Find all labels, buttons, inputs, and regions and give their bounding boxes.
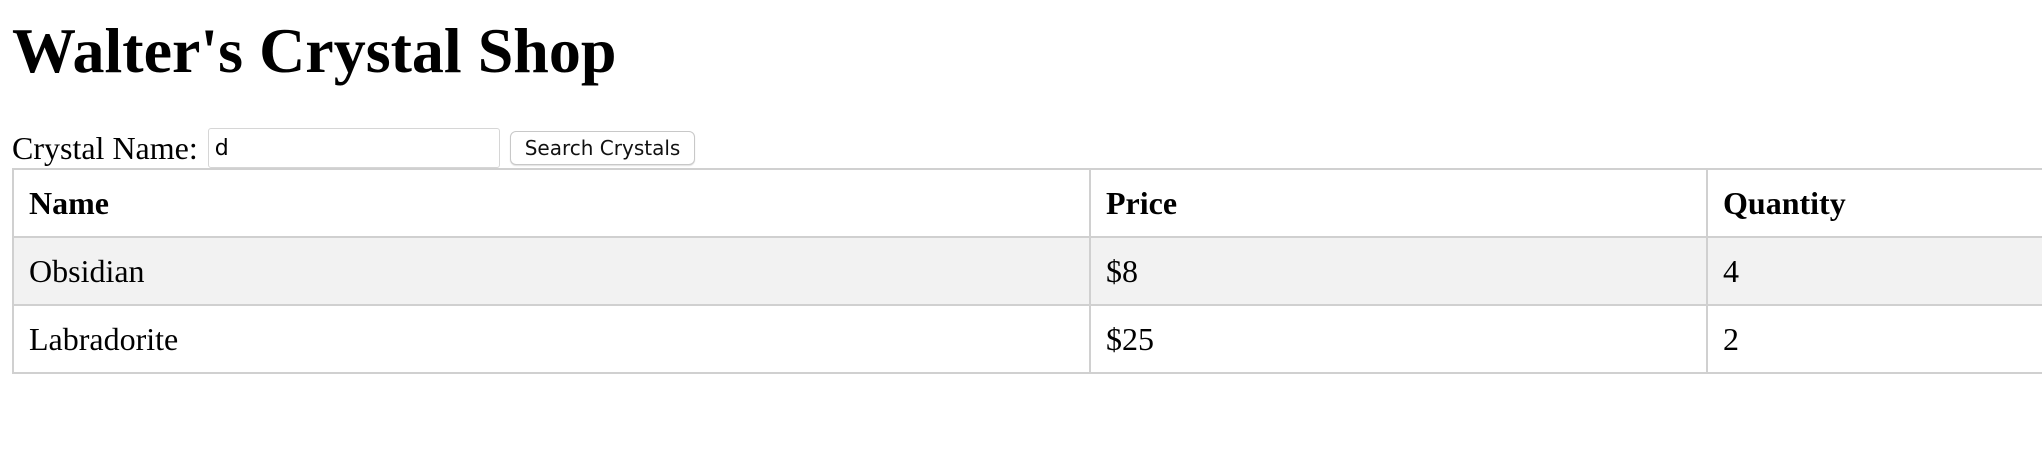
crystal-name-input[interactable]: [207, 128, 500, 168]
cell-name: Labradorite: [12, 304, 1091, 374]
crystals-table: Name Price Quantity Obsidian $8 4 Labrad…: [12, 168, 2042, 374]
column-header-name: Name: [12, 168, 1091, 238]
cell-price: $25: [1089, 304, 1708, 374]
column-header-quantity: Quantity: [1706, 168, 2042, 238]
table-row: Obsidian $8 4: [12, 236, 2042, 306]
page-title: Walter's Crystal Shop: [12, 15, 617, 86]
table-header-row: Name Price Quantity: [12, 168, 2042, 238]
table-row: Labradorite $25 2: [12, 304, 2042, 374]
search-form: Crystal Name: Search Crystals: [12, 127, 696, 169]
search-crystals-button[interactable]: Search Crystals: [509, 131, 696, 165]
cell-name: Obsidian: [12, 236, 1091, 306]
cell-price: $8: [1089, 236, 1708, 306]
page: Walter's Crystal Shop Crystal Name: Sear…: [0, 0, 2042, 456]
cell-quantity: 4: [1706, 236, 2042, 306]
column-header-price: Price: [1089, 168, 1708, 238]
cell-quantity: 2: [1706, 304, 2042, 374]
crystal-name-label: Crystal Name:: [12, 130, 198, 166]
